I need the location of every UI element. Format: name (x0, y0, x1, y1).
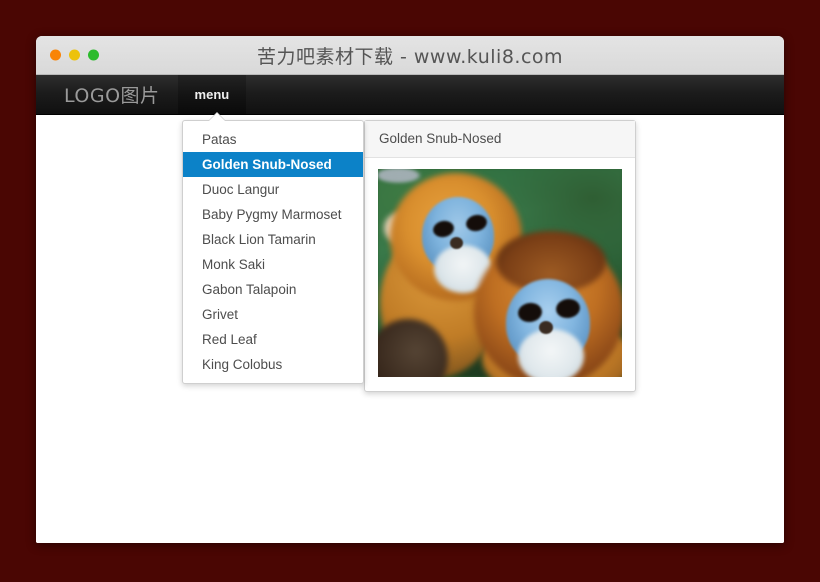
monkey-a-nose (450, 237, 463, 249)
window-titlebar: 苦力吧素材下载 - www.kuli8.com (36, 36, 784, 75)
dropdown-caret-icon (209, 113, 225, 121)
menu-item-king-colobus[interactable]: King Colobus (183, 352, 363, 377)
maximize-button[interactable] (88, 50, 99, 61)
menu-item-monk-saki[interactable]: Monk Saki (183, 252, 363, 277)
window-title: 苦力吧素材下载 - www.kuli8.com (36, 42, 784, 69)
monkey-b-muzzle (518, 329, 584, 377)
menu-item-golden-snub-nosed[interactable]: Golden Snub-Nosed (183, 152, 363, 177)
menu-dropdown: Patas Golden Snub-Nosed Duoc Langur Baby… (182, 120, 364, 384)
site-navbar: LOGO图片 menu (36, 75, 784, 115)
monkey-lower-right (378, 169, 420, 182)
menu-item-baby-pygmy-marmoset[interactable]: Baby Pygmy Marmoset (183, 202, 363, 227)
page-content: Patas Golden Snub-Nosed Duoc Langur Baby… (36, 115, 784, 543)
window-controls (50, 50, 99, 61)
detail-panel: Golden Snub-Nosed (364, 120, 636, 392)
monkey-b-lip (378, 169, 420, 182)
menu-item-duoc-langur[interactable]: Duoc Langur (183, 177, 363, 202)
menu-item-red-leaf[interactable]: Red Leaf (183, 327, 363, 352)
menu-item-black-lion-tamarin[interactable]: Black Lion Tamarin (183, 227, 363, 252)
browser-window: 苦力吧素材下载 - www.kuli8.com LOGO图片 menu Pata… (36, 36, 784, 543)
monkey-b-nose (539, 321, 553, 334)
minimize-button[interactable] (69, 50, 80, 61)
menu-item-patas[interactable]: Patas (183, 127, 363, 152)
site-logo[interactable]: LOGO图片 (36, 75, 178, 114)
detail-panel-title: Golden Snub-Nosed (365, 121, 635, 158)
monkey-photo (378, 169, 622, 377)
detail-panel-body (365, 158, 635, 391)
nav-item-menu[interactable]: menu (178, 75, 247, 114)
menu-item-grivet[interactable]: Grivet (183, 302, 363, 327)
menu-item-gabon-talapoin[interactable]: Gabon Talapoin (183, 277, 363, 302)
close-button[interactable] (50, 50, 61, 61)
